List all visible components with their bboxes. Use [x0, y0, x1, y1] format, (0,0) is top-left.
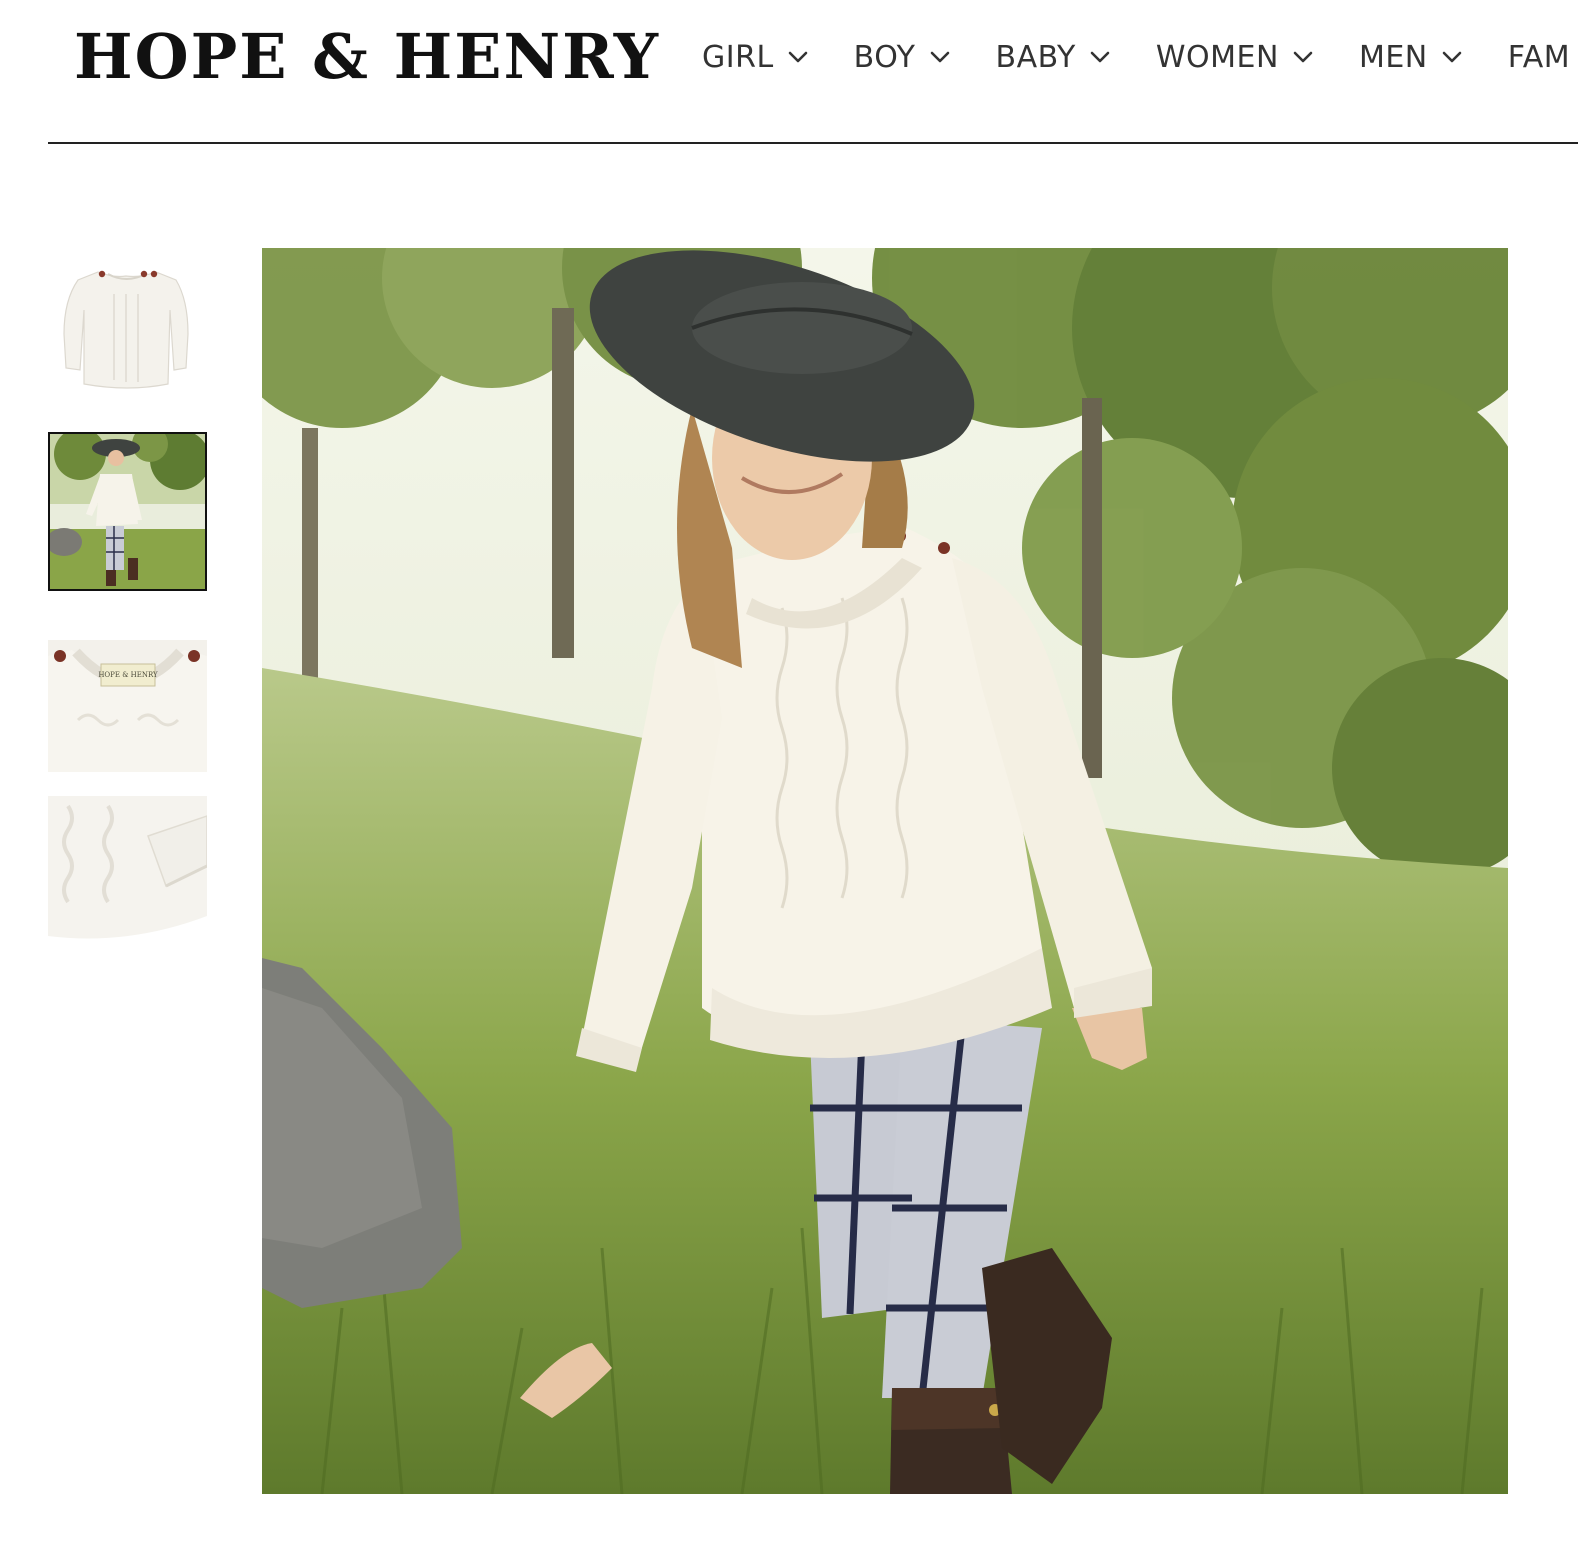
nav-item-boy[interactable]: BOY [854, 40, 950, 75]
nav-item-girl[interactable]: GIRL [702, 40, 808, 75]
chevron-down-icon [930, 50, 950, 64]
nav-item-baby[interactable]: BABY [996, 40, 1110, 75]
model-photo [262, 248, 1508, 1494]
chevron-down-icon [1090, 50, 1110, 64]
chevron-down-icon [788, 50, 808, 64]
thumbnail-knit-detail[interactable] [48, 796, 207, 942]
chevron-down-icon [1442, 50, 1462, 64]
model-outdoor-image [50, 434, 205, 589]
nav-item-label: BOY [853, 39, 916, 75]
label-brand-text: HOPE & HENRY [98, 671, 158, 679]
nav-item-men[interactable]: MEN [1359, 40, 1462, 75]
site-header: HOPE & HENRY GIRL BOY BABY WOMEN MEN FAM [0, 0, 1578, 145]
nav-item-family[interactable]: FAM [1508, 40, 1570, 75]
thumbnail-model-outdoors[interactable] [48, 432, 207, 591]
brand-logo[interactable]: HOPE & HENRY [74, 22, 660, 92]
thumbnail-sweater-front[interactable] [48, 250, 207, 410]
main-product-image[interactable] [262, 248, 1508, 1494]
nav-item-label: MEN [1358, 39, 1428, 75]
collar-detail-image: HOPE & HENRY [48, 640, 207, 772]
header-divider [48, 142, 1578, 144]
nav-item-label: FAM [1507, 39, 1571, 75]
nav-item-label: BABY [995, 39, 1076, 75]
nav-item-women[interactable]: WOMEN [1156, 40, 1313, 75]
main-nav: GIRL BOY BABY WOMEN MEN FAM [702, 34, 1578, 80]
nav-item-label: GIRL [702, 39, 774, 75]
nav-item-label: WOMEN [1155, 39, 1279, 75]
chevron-down-icon [1293, 50, 1313, 64]
sweater-flat-image [48, 250, 207, 410]
knit-detail-image [48, 796, 207, 942]
thumbnail-collar-detail[interactable]: HOPE & HENRY [48, 640, 207, 772]
